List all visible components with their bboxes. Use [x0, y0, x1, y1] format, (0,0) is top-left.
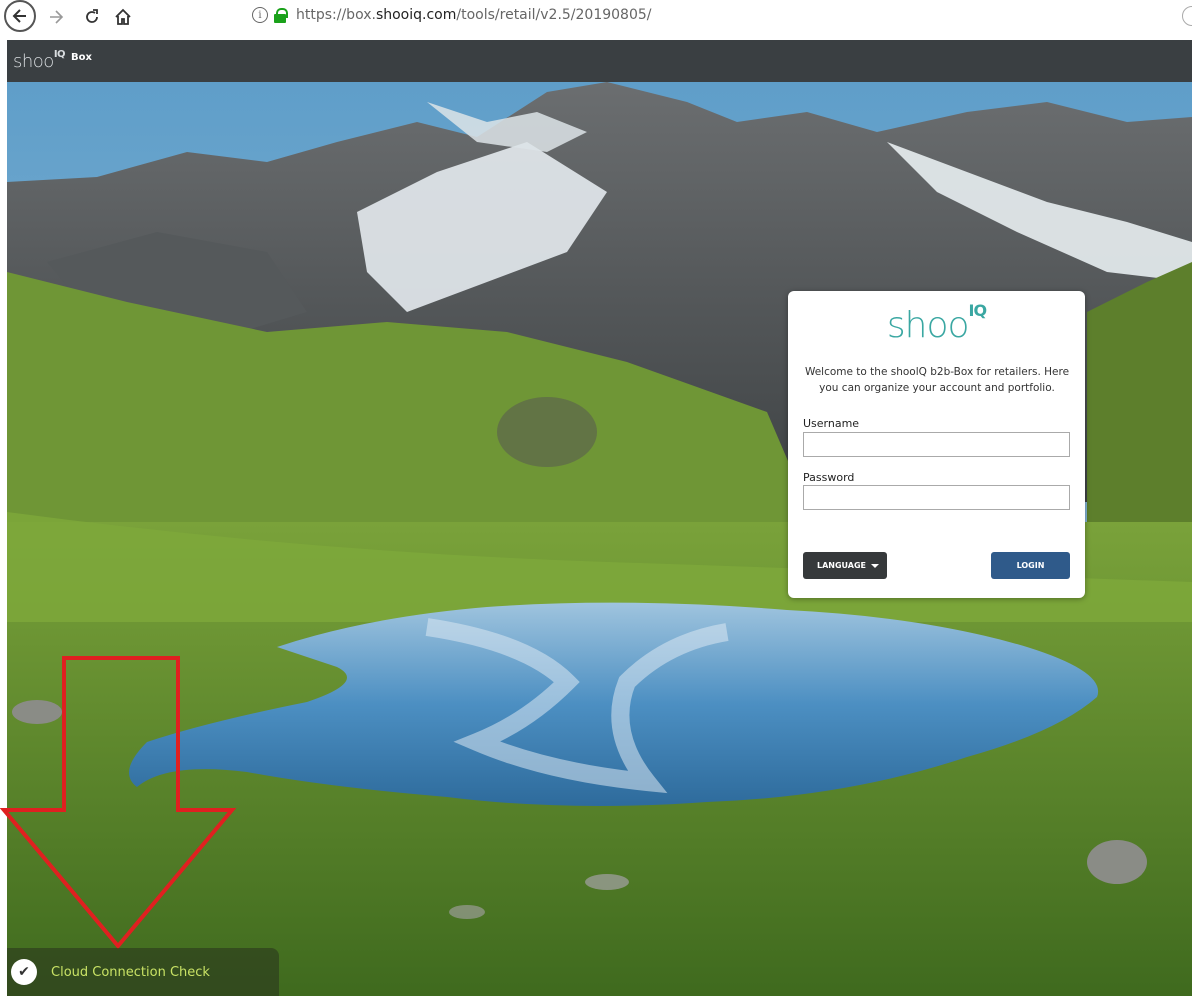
back-arrow-icon — [12, 9, 26, 23]
welcome-text: Welcome to the shoolQ b2b-Box for retail… — [804, 366, 1070, 394]
url-path: /tools/retail/v2.5/20190805/ — [456, 7, 652, 23]
menu-circle-icon[interactable] — [1182, 6, 1192, 26]
url-prefix: https://box. — [296, 7, 376, 23]
forward-arrow-icon — [50, 10, 64, 24]
login-label: LOGIN — [1016, 561, 1045, 570]
header-logo-text: shoo — [13, 50, 54, 72]
back-button[interactable] — [4, 0, 36, 32]
browser-toolbar: i https://box.shooiq.com/tools/retail/v2… — [0, 0, 1192, 40]
username-label: Username — [803, 417, 860, 430]
address-bar[interactable]: i https://box.shooiq.com/tools/retail/v2… — [252, 0, 1192, 30]
reload-button[interactable] — [80, 2, 104, 32]
home-icon — [115, 8, 131, 25]
app-header: shooIQ Box — [7, 40, 1192, 82]
login-logo-text: shoo — [886, 305, 970, 346]
login-logo-sup: IQ — [968, 301, 988, 320]
password-label: Password — [803, 471, 855, 484]
lock-icon[interactable] — [274, 7, 288, 23]
language-label: LANGUAGE — [817, 561, 867, 570]
header-logo[interactable]: shooIQ — [13, 48, 66, 72]
url-domain: shooiq.com — [375, 7, 457, 23]
reload-icon — [86, 9, 98, 23]
login-card: shooIQ Welcome to the shoolQ b2b-Box for… — [788, 291, 1085, 598]
info-icon[interactable]: i — [252, 7, 268, 23]
header-logo-sup: IQ — [53, 48, 66, 60]
cloud-connection-check[interactable]: ✔ Cloud Connection Check — [7, 948, 279, 996]
forward-button[interactable] — [44, 2, 68, 32]
checkmark-icon: ✔ — [11, 959, 37, 985]
cloud-check-label: Cloud Connection Check — [51, 964, 210, 980]
caret-down-icon — [871, 564, 879, 568]
header-product: Box — [71, 51, 92, 63]
home-button[interactable] — [110, 2, 136, 32]
language-dropdown-button[interactable]: LANGUAGE — [803, 552, 887, 579]
url-text: https://box.shooiq.com/tools/retail/v2.5… — [296, 7, 652, 23]
username-input[interactable] — [803, 432, 1070, 457]
password-input[interactable] — [803, 485, 1070, 510]
login-button[interactable]: LOGIN — [991, 552, 1070, 579]
login-logo: shooIQ — [788, 301, 1085, 346]
